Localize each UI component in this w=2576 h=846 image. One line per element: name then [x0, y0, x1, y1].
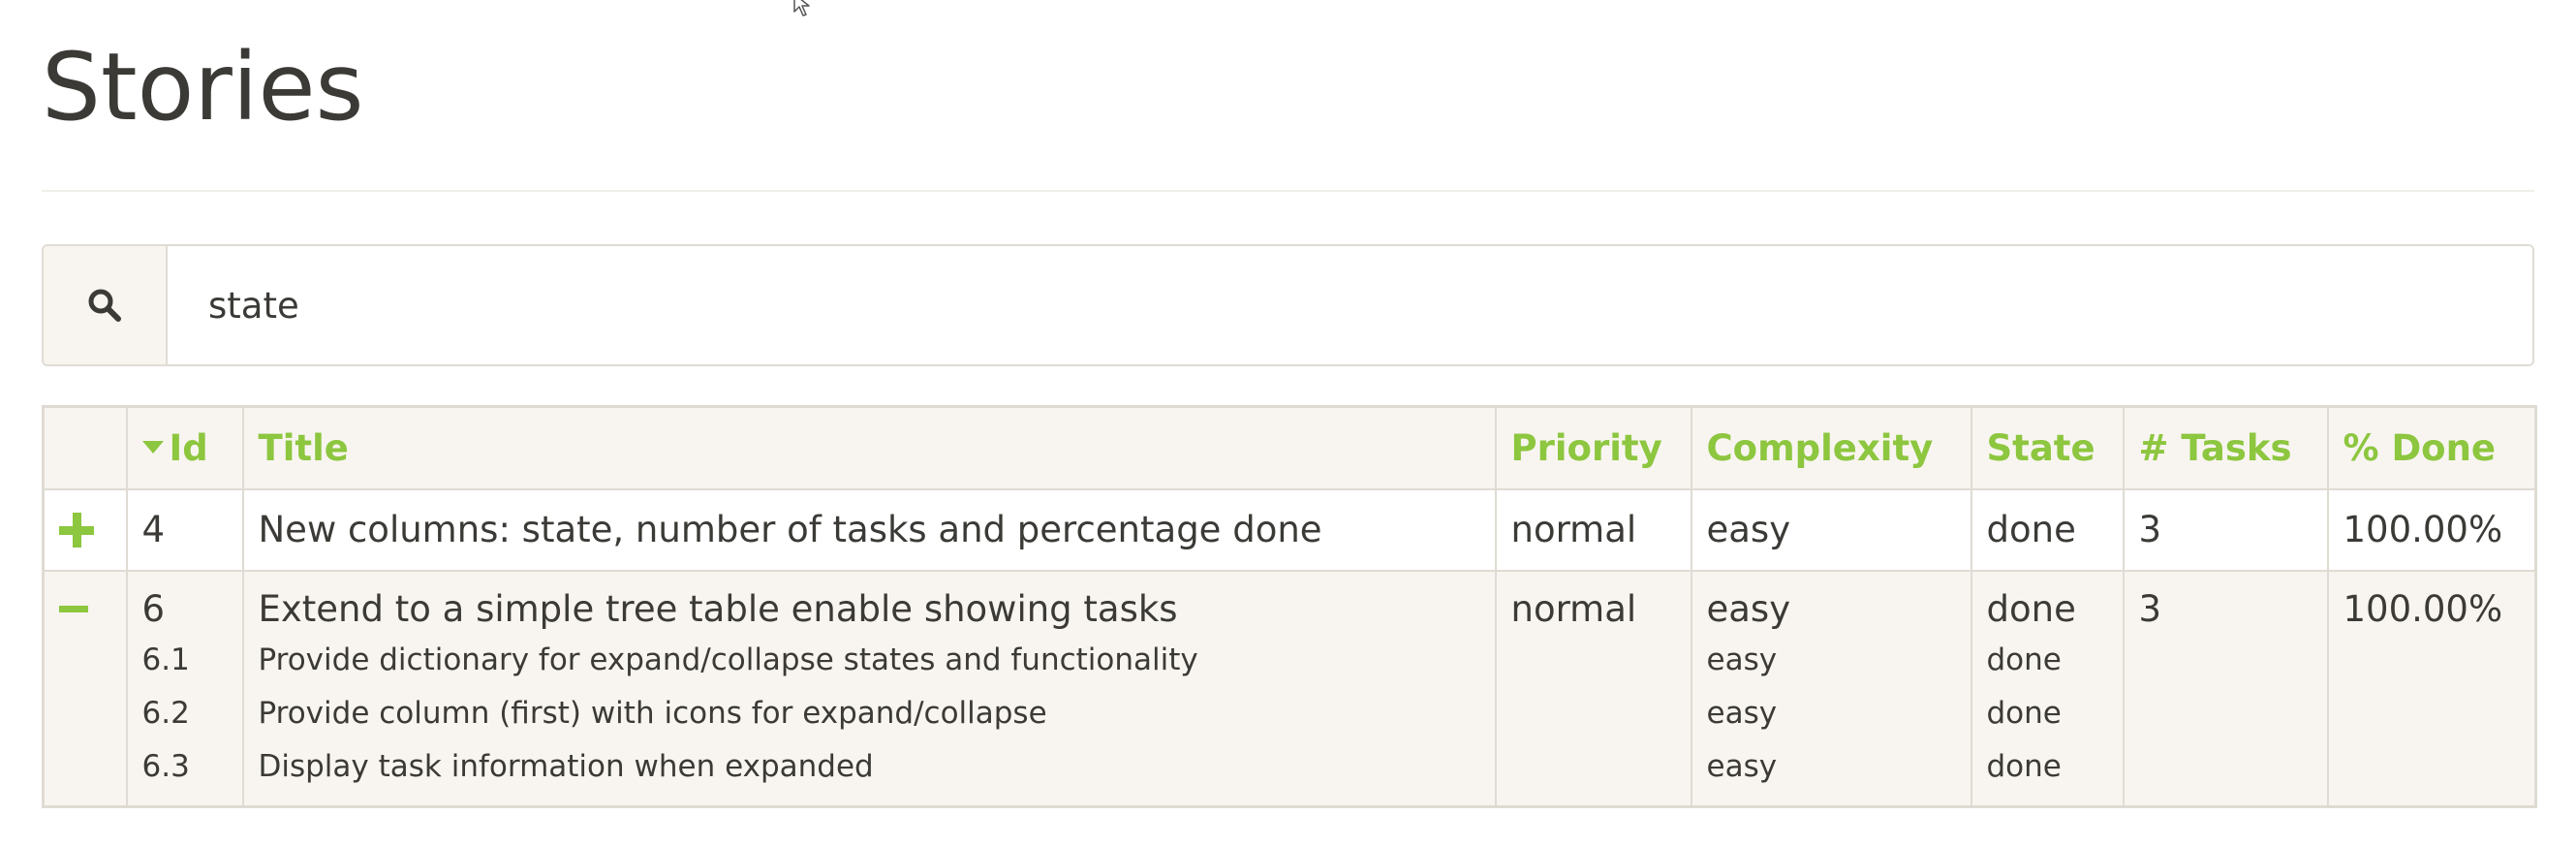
cell-complexity: easy easy easy easy — [1690, 569, 1972, 807]
task-state: done — [1986, 748, 2062, 784]
header-title[interactable]: Title — [241, 405, 1497, 490]
collapse-minus-icon[interactable] — [59, 592, 94, 627]
cell-tasks: 3 — [2122, 487, 2329, 572]
header-state[interactable]: State — [1970, 405, 2125, 490]
cell-title: Extend to a simple tree table enable sho… — [241, 569, 1497, 807]
table-row: 4 New columns: state, number of tasks an… — [42, 487, 2537, 572]
task-complexity: easy — [1706, 642, 1778, 677]
sort-caret-down-icon — [141, 440, 164, 454]
search-bar — [42, 244, 2534, 366]
header-tasks[interactable]: # Tasks — [2122, 405, 2329, 490]
story-tasks: 3 — [2138, 587, 2162, 630]
task-id: 6.1 — [141, 642, 190, 677]
cell-state: done — [1970, 487, 2125, 572]
header-done[interactable]: % Done — [2326, 405, 2537, 490]
header-priority[interactable]: Priority — [1494, 405, 1692, 490]
page: Stories Id Title Priority — [0, 0, 2576, 846]
cell-title: New columns: state, number of tasks and … — [241, 487, 1497, 572]
cell-priority: normal — [1494, 569, 1692, 807]
header-complexity[interactable]: Complexity — [1690, 405, 1972, 490]
cell-tasks: 3 — [2122, 569, 2329, 807]
task-state: done — [1986, 695, 2062, 731]
task-id: 6.3 — [141, 748, 190, 784]
story-done: 100.00% — [2343, 587, 2503, 630]
task-state: done — [1986, 642, 2062, 677]
table-row-expanded: 6 6.1 6.2 6.3 Extend to a simple tree ta… — [42, 569, 2537, 807]
story-id: 6 — [141, 587, 166, 630]
toggle-cell — [42, 487, 128, 572]
cell-id: 6 6.1 6.2 6.3 — [125, 569, 244, 807]
task-complexity: easy — [1706, 695, 1778, 731]
task-title: Provide dictionary for expand/collapse s… — [258, 642, 1198, 677]
cell-complexity: easy — [1690, 487, 1972, 572]
story-complexity: easy — [1706, 587, 1791, 630]
story-title: Extend to a simple tree table enable sho… — [258, 587, 1178, 630]
toggle-cell — [42, 569, 128, 807]
task-id: 6.2 — [141, 695, 190, 731]
header-toggle — [42, 405, 128, 490]
task-complexity: easy — [1706, 748, 1778, 784]
mouse-cursor-icon — [793, 0, 810, 16]
cell-priority: normal — [1494, 487, 1692, 572]
search-button[interactable] — [44, 246, 168, 364]
task-title: Provide column (first) with icons for ex… — [258, 695, 1047, 731]
page-title: Stories — [42, 33, 364, 141]
search-icon — [88, 289, 121, 322]
cell-state: done done done done — [1970, 569, 2125, 807]
cell-id: 4 — [125, 487, 244, 572]
expand-plus-icon[interactable] — [59, 512, 94, 548]
cell-done: 100.00% — [2326, 569, 2537, 807]
cell-done: 100.00% — [2326, 487, 2537, 572]
table-header-row: Id Title Priority Complexity State # Tas… — [42, 405, 2537, 490]
stories-table: Id Title Priority Complexity State # Tas… — [42, 405, 2537, 808]
search-input[interactable] — [168, 246, 2532, 364]
title-divider — [42, 190, 2534, 192]
task-title: Display task information when expanded — [258, 748, 874, 784]
story-priority: normal — [1510, 587, 1637, 630]
header-id[interactable]: Id — [125, 405, 244, 490]
story-state: done — [1986, 587, 2076, 630]
